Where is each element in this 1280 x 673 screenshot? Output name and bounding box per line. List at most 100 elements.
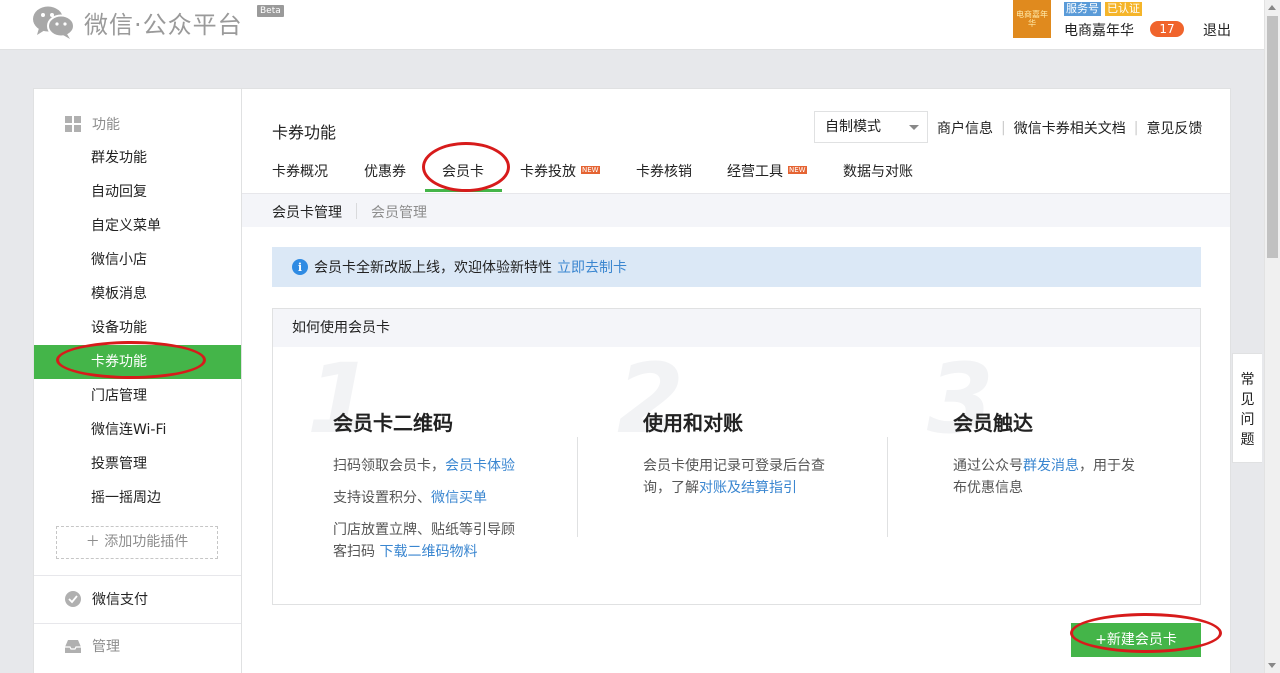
feedback-link[interactable]: 意见反馈 [1146,118,1202,138]
step-text: 客扫码 [333,544,380,560]
notification-badge[interactable]: 17 [1150,21,1184,37]
sub-navigation: 会员卡管理 会员管理 [242,193,1230,227]
verified-tag: 已认证 [1105,2,1142,16]
step-title: 会员触达 [953,411,1033,435]
sidebar-item-custom-menu[interactable]: 自定义菜单 [34,209,241,243]
sidebar-group-label: 功能 [92,117,120,133]
grid-icon [64,115,82,133]
step-text: 门店放置立牌、贴纸等引导顾 [333,522,515,538]
vertical-scrollbar[interactable] [1264,0,1280,673]
plus-icon: ＋ [85,534,105,550]
step-number: 1 [307,343,374,455]
chevron-down-icon [909,125,919,130]
step-3: 3 会员触达 通过公众号群发消息，用于发 布优惠信息 [893,343,1198,604]
inbox-icon [64,637,82,655]
account-avatar[interactable]: 电商嘉年华 [1013,0,1051,38]
faq-char: 题 [1240,432,1255,448]
card-docs-link[interactable]: 微信卡券相关文档 [1014,118,1126,138]
reconciliation-guide-link[interactable]: 对账及结算指引 [699,480,797,496]
logo-text: 微信·公众平台 [84,10,243,39]
sidebar-item-voting[interactable]: 投票管理 [34,447,241,481]
faq-char: 常 [1240,372,1255,388]
sidebar-item-auto-reply[interactable]: 自动回复 [34,175,241,209]
mode-select[interactable]: 自制模式 [814,111,928,143]
tab-label: 经营工具 [727,164,783,180]
tab-coupons[interactable]: 优惠券 [364,161,406,181]
step-2: 2 使用和对账 会员卡使用记录可登录后台查 询，了解对账及结算指引 [583,343,888,604]
sidebar: 功能 群发功能 自动回复 自定义菜单 微信小店 模板消息 设备功能 卡券功能 门… [33,88,241,673]
beta-badge: Beta [257,5,284,17]
top-bar: 微信·公众平台 Beta 电商嘉年华 服务号 已认证 电商嘉年华 17 退出 [0,0,1264,50]
step-text: 询，了解 [643,480,699,496]
howto-title: 如何使用会员卡 [273,309,1200,347]
subnav-member-card-manage[interactable]: 会员卡管理 [272,202,342,222]
logout-link[interactable]: 退出 [1203,20,1231,40]
add-plugin-label: 添加功能插件 [104,534,189,550]
sidebar-divider [34,575,241,576]
page-title: 卡券功能 [272,123,337,142]
subnav-divider [356,203,357,219]
logo[interactable]: 微信·公众平台 [32,4,243,40]
step-body: 会员卡使用记录可登录后台查 询，了解对账及结算指引 [643,455,843,499]
sidebar-item-device[interactable]: 设备功能 [34,311,241,345]
merchant-info-link[interactable]: 商户信息 [937,118,993,138]
step-divider [887,437,888,537]
add-plugin-button[interactable]: ＋ 添加功能插件 [56,526,218,559]
info-notice: i 会员卡全新改版上线，欢迎体验新特性 立即去制卡 [272,247,1201,287]
tab-data-reconciliation[interactable]: 数据与对账 [843,161,913,181]
step-1: 1 会员卡二维码 扫码领取会员卡，会员卡体验 支持设置积分、微信买单 门店放置立… [273,343,578,604]
wechat-pay-bill-link[interactable]: 微信买单 [431,490,487,506]
faq-char: 问 [1240,412,1255,428]
tab-bar: 卡券概况 优惠券 会员卡 卡券投放 NEW 卡券核销 经营工具 NEW 数据与对账 [242,149,1230,193]
link-separator: | [1133,120,1139,136]
download-qr-material-link[interactable]: 下载二维码物料 [379,544,477,560]
tab-business-tools[interactable]: 经营工具 NEW [727,161,807,181]
tab-card-overview[interactable]: 卡券概况 [272,161,328,181]
step-text: ，用于发 [1079,458,1135,474]
tab-card-distribution[interactable]: 卡券投放 NEW [520,161,600,181]
tab-card-redemption[interactable]: 卡券核销 [636,161,692,181]
make-card-link[interactable]: 立即去制卡 [557,257,627,277]
sidebar-item-wechat-store[interactable]: 微信小店 [34,243,241,277]
member-card-demo-link[interactable]: 会员卡体验 [445,458,515,474]
step-text: 扫码领取会员卡， [333,458,445,474]
sidebar-item-shake[interactable]: 摇一摇周边 [34,481,241,515]
account-name[interactable]: 电商嘉年华 [1064,20,1134,40]
step-number: 2 [617,343,684,455]
annotation-circle [1070,613,1222,653]
sidebar-item-wechat-pay[interactable]: 微信支付 [34,584,148,614]
sidebar-item-mass-send[interactable]: 群发功能 [34,141,241,175]
scrollbar-thumb[interactable] [1267,16,1278,258]
mode-select-value: 自制模式 [825,119,881,135]
wechat-logo-icon [32,4,76,40]
annotation-circle [56,341,206,379]
sidebar-item-template-message[interactable]: 模板消息 [34,277,241,311]
step-divider [577,437,578,537]
annotation-circle [422,142,510,192]
sidebar-item-stores[interactable]: 门店管理 [34,379,241,413]
step-text: 通过公众号 [953,458,1023,474]
step-body: 扫码领取会员卡，会员卡体验 支持设置积分、微信买单 门店放置立牌、贴纸等引导顾客… [333,455,533,573]
sidebar-group-label: 微信支付 [92,592,148,608]
scroll-down-icon[interactable] [1268,663,1276,668]
new-badge: NEW [581,166,600,174]
link-separator: | [1001,120,1006,136]
sidebar-group-label: 管理 [92,639,120,655]
faq-char: 见 [1240,392,1255,408]
tab-label: 卡券投放 [520,164,576,180]
howto-panel: 如何使用会员卡 1 会员卡二维码 扫码领取会员卡，会员卡体验 支持设置积分、微信… [272,308,1201,605]
step-text: 会员卡使用记录可登录后台查 [643,458,825,474]
subnav-member-manage[interactable]: 会员管理 [371,202,427,222]
sidebar-item-wifi[interactable]: 微信连Wi-Fi [34,413,241,447]
sidebar-group-manage[interactable]: 管理 [34,631,120,661]
scroll-up-icon[interactable] [1268,5,1276,10]
top-links: 商户信息 | 微信卡券相关文档 | 意见反馈 [937,118,1202,138]
faq-tab[interactable]: 常 见 问 题 [1232,353,1262,463]
step-body: 通过公众号群发消息，用于发 布优惠信息 [953,455,1173,499]
mass-message-link[interactable]: 群发消息 [1023,458,1079,474]
avatar-label: 电商嘉年华 [1016,10,1048,28]
step-title: 使用和对账 [643,411,743,435]
notice-text: 会员卡全新改版上线，欢迎体验新特性 [314,260,552,276]
step-title: 会员卡二维码 [333,411,453,435]
sidebar-group-functions: 功能 [34,109,120,139]
